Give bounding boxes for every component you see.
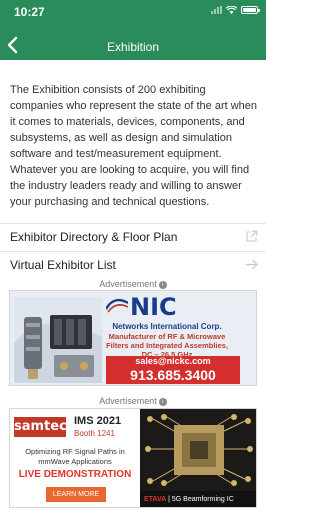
beamforming-chip-image (140, 409, 256, 491)
menu-item-virtual-exhibitor-list[interactable]: Virtual Exhibitor List (0, 251, 266, 277)
nic-phone: 913.685.3400 (106, 367, 240, 384)
battery-icon (241, 6, 260, 14)
samtec-tagline-1: Optimizing RF Signal Paths in (25, 447, 125, 456)
samtec-tagline-2: mmWave Applications (38, 457, 112, 466)
status-icons (211, 6, 260, 14)
samtec-logo: samtec (14, 417, 67, 437)
header-bar: 10:27 Exhibition (0, 0, 266, 60)
nic-logo-mark (106, 298, 128, 313)
menu-item-exhibitor-directory[interactable]: Exhibitor Directory & Floor Plan (0, 223, 266, 249)
ad-label: Advertisement i (0, 396, 266, 406)
status-time: 10:27 (14, 5, 45, 19)
ad-label: Advertisement i (0, 279, 266, 289)
wifi-icon (226, 6, 237, 14)
ims-booth: Booth 1241 (74, 429, 115, 438)
samtec-ad-panel: samtec IMS 2021 Booth 1241 Optimizing RF… (10, 409, 140, 507)
menu-item-label: Exhibitor Directory & Floor Plan (10, 230, 178, 244)
live-demo-label: LIVE DEMONSTRATION (18, 469, 132, 480)
etava-footer: ETAVA | 5G Beamforming IC (140, 491, 256, 507)
external-link-icon (246, 230, 258, 242)
arrow-right-icon (246, 259, 258, 270)
info-icon[interactable]: i (158, 280, 167, 289)
etava-logo: ETAVA (144, 496, 167, 503)
nic-company: Networks International Corp. (112, 322, 222, 331)
menu-item-label: Virtual Exhibitor List (10, 258, 116, 272)
nic-description: Manufacturer of RF & Microwave Filters a… (106, 332, 228, 359)
etava-tagline: 5G Beamforming IC (171, 496, 234, 503)
ims-event: IMS 2021 (74, 415, 122, 427)
nic-email: sales@nickc.com (106, 356, 240, 367)
signal-icon (211, 6, 222, 14)
nic-brand: NIC (130, 293, 177, 321)
learn-more-button[interactable]: LEARN MORE (46, 487, 106, 502)
info-icon[interactable]: i (158, 397, 167, 406)
page-title: Exhibition (106, 40, 160, 54)
beamforming-panel: ETAVA | 5G Beamforming IC (140, 409, 256, 507)
intro-text: The Exhibition consists of 200 exhibitin… (10, 84, 258, 208)
samtec-advertisement[interactable]: samtec IMS 2021 Booth 1241 Optimizing RF… (9, 408, 257, 508)
nic-advertisement[interactable]: NIC Networks International Corp. Manufac… (9, 290, 257, 386)
